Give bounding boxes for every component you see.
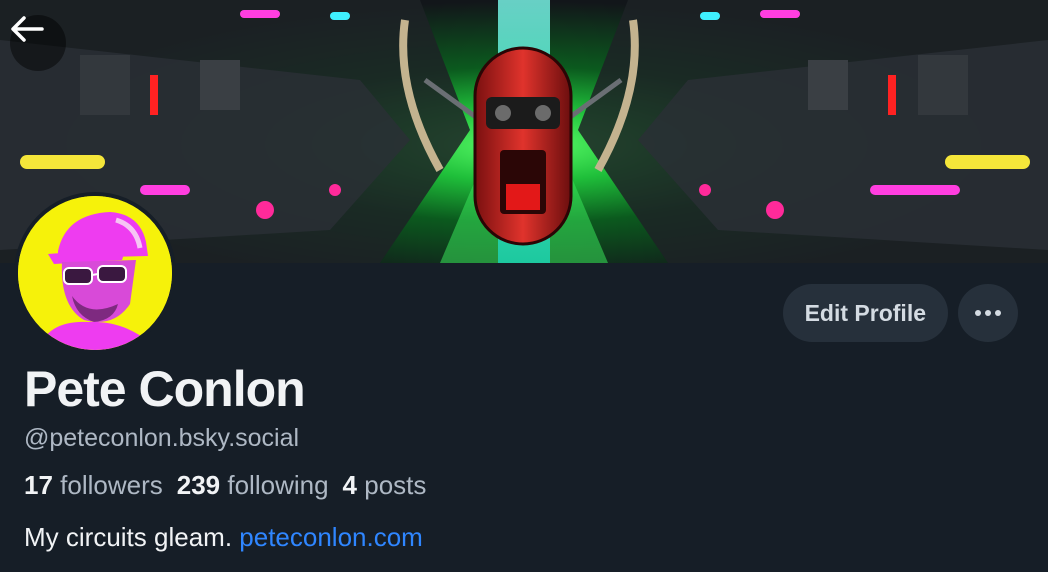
ellipsis-icon	[975, 310, 1001, 316]
avatar-image	[18, 196, 172, 350]
profile-stats: 17 followers 239 following 4 posts	[24, 470, 426, 501]
posts-label: posts	[364, 470, 427, 500]
bio-text: My circuits gleam.	[24, 522, 233, 552]
profile-bio: My circuits gleam. peteconlon.com	[24, 522, 423, 553]
bio-link[interactable]: peteconlon.com	[239, 522, 423, 552]
display-name: Pete Conlon	[24, 361, 306, 417]
following-label: following	[227, 470, 329, 500]
more-options-button[interactable]	[958, 284, 1018, 342]
followers-stat[interactable]: 17 followers	[24, 470, 163, 501]
avatar[interactable]	[14, 192, 176, 354]
edit-profile-button[interactable]: Edit Profile	[782, 284, 948, 342]
following-count: 239	[176, 470, 221, 500]
profile-handle: @peteconlon.bsky.social	[24, 424, 300, 452]
followers-label: followers	[60, 470, 163, 500]
posts-count: 4	[342, 470, 358, 500]
following-stat[interactable]: 239 following	[177, 470, 329, 501]
arrow-left-icon	[11, 16, 44, 42]
profile-actions: Edit Profile	[782, 284, 1018, 342]
followers-count: 17	[24, 470, 53, 500]
back-button[interactable]	[10, 15, 66, 71]
posts-stat: 4 posts	[343, 470, 427, 501]
